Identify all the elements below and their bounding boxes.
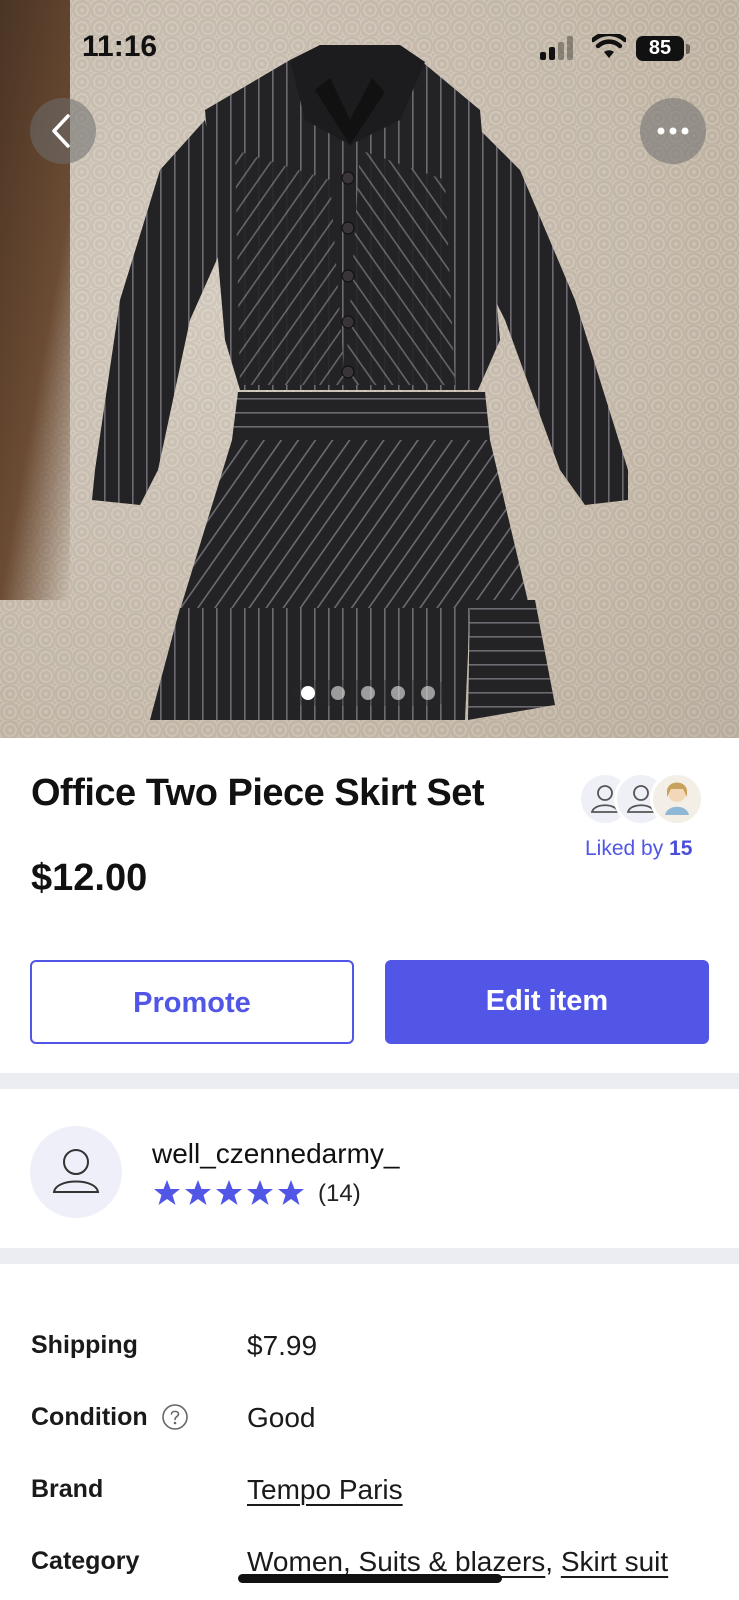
jacket-left-sleeve xyxy=(92,120,230,505)
category-link[interactable]: Women, Suits & blazers xyxy=(247,1546,545,1577)
shipping-label: Shipping xyxy=(31,1331,138,1359)
shipping-value: $7.99 xyxy=(247,1330,318,1361)
star-rating xyxy=(154,1180,304,1205)
battery-nub xyxy=(686,44,690,54)
product-photo[interactable] xyxy=(0,0,739,738)
photo-pagination xyxy=(291,680,447,706)
section-divider xyxy=(0,1248,739,1264)
likes-count: 15 xyxy=(669,837,693,860)
seller-username[interactable]: well_czennedarmy_ xyxy=(152,1138,399,1170)
ellipsis-icon xyxy=(657,127,689,135)
status-time: 11:16 xyxy=(82,30,158,63)
avatar xyxy=(650,772,704,826)
skirt-body xyxy=(180,440,530,610)
subcategory-link[interactable]: Skirt suit xyxy=(561,1546,668,1577)
liker-avatars[interactable] xyxy=(578,772,706,828)
skirt-waistband xyxy=(232,392,490,440)
cellular-signal-icon xyxy=(540,36,580,60)
promote-button[interactable]: Promote xyxy=(30,960,354,1044)
more-options-button[interactable] xyxy=(640,98,706,164)
battery-indicator: 85 xyxy=(636,36,684,61)
liked-by-label: Liked by xyxy=(585,837,664,860)
condition-label: Condition xyxy=(31,1403,148,1431)
seller-avatar[interactable] xyxy=(30,1126,122,1218)
brand-link[interactable]: Tempo Paris xyxy=(247,1474,403,1506)
skirt-hem-right xyxy=(468,600,555,720)
listing-title: Office Two Piece Skirt Set xyxy=(31,772,485,814)
chevron-left-icon xyxy=(52,114,70,148)
page-dot[interactable] xyxy=(301,686,315,700)
review-count[interactable]: (14) xyxy=(318,1180,361,1208)
home-indicator xyxy=(238,1574,502,1583)
suit-illustration xyxy=(92,45,628,720)
listing-price: $12.00 xyxy=(31,857,148,899)
status-bar: 11:16 85 xyxy=(0,0,739,100)
wifi-icon xyxy=(592,34,626,58)
category-separator: , xyxy=(545,1546,554,1577)
condition-value: Good xyxy=(247,1402,316,1433)
brand-label: Brand xyxy=(31,1475,104,1503)
user-icon xyxy=(52,1149,100,1193)
category-label: Category xyxy=(31,1547,140,1575)
cartoon-avatar-icon xyxy=(665,782,689,815)
back-button[interactable] xyxy=(30,98,96,164)
section-divider xyxy=(0,1073,739,1089)
page-dot[interactable] xyxy=(331,686,345,700)
page-dot[interactable] xyxy=(361,686,375,700)
edit-item-button[interactable]: Edit item xyxy=(385,960,709,1044)
star-icon xyxy=(154,1180,304,1205)
help-icon[interactable] xyxy=(161,1403,189,1431)
page-dot[interactable] xyxy=(391,686,405,700)
page-dot[interactable] xyxy=(421,686,435,700)
liked-by-text[interactable]: Liked by 15 xyxy=(585,837,692,861)
